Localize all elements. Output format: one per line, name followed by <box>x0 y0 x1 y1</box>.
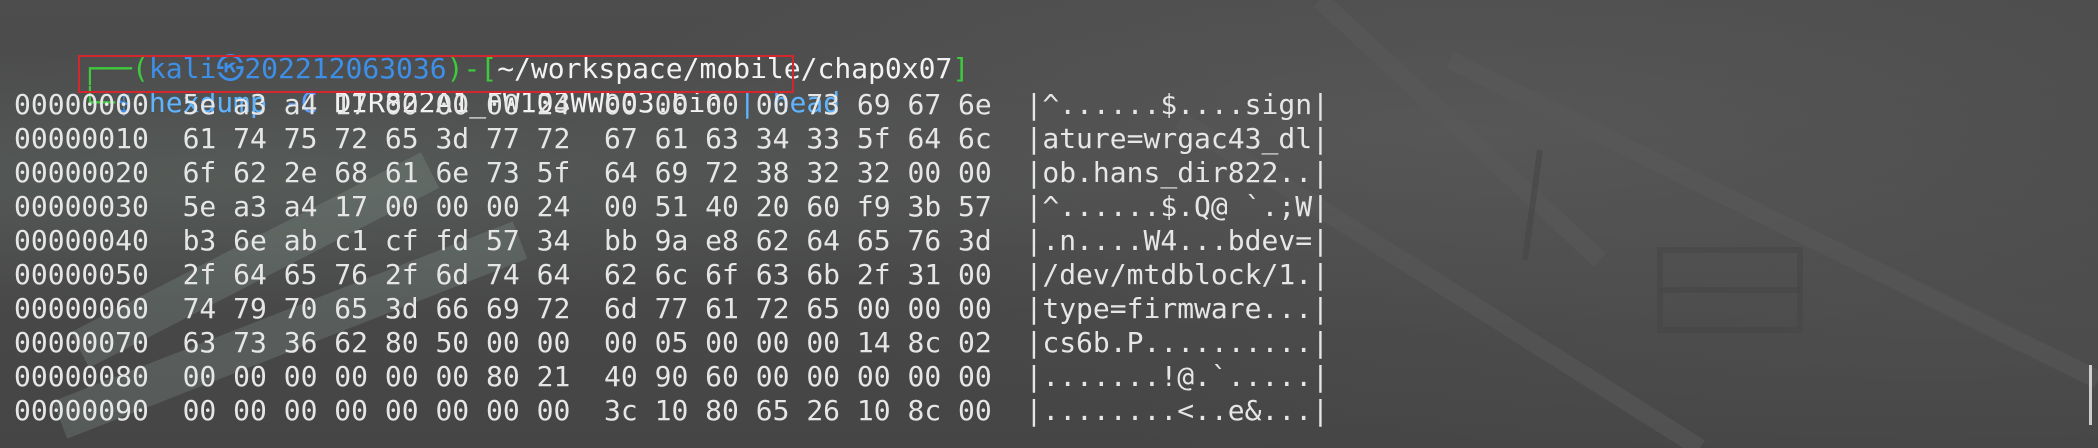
hex-offset: 00000060 <box>14 292 149 325</box>
hexdump-row: 00000020 6f 62 2e 68 61 6e 73 5f 64 69 7… <box>14 156 1329 190</box>
hex-bytes-left: 2f 64 65 76 2f 6d 74 64 <box>182 258 571 291</box>
terminal-window[interactable]: ┌──(kali㉿202212063036)-[~/workspace/mobi… <box>0 0 2098 448</box>
prompt-close-bracket: ] <box>952 51 970 85</box>
hex-offset: 00000080 <box>14 360 149 393</box>
hex-offset: 00000030 <box>14 190 149 223</box>
hex-ascii: |cs6b.P..........| <box>1025 326 1329 359</box>
hex-bytes-left: b3 6e ab c1 cf fd 57 34 <box>182 224 571 257</box>
hex-bytes-right: 64 69 72 38 32 32 00 00 <box>604 156 992 189</box>
hex-bytes-left: 63 73 36 62 80 50 00 00 <box>182 326 571 359</box>
hex-bytes-right: 00 51 40 20 60 f9 3b 57 <box>604 190 992 223</box>
hexdump-row: 00000000 5e a3 a4 17 00 00 00 24 00 00 0… <box>14 88 1329 122</box>
hex-offset: 00000040 <box>14 224 149 257</box>
hex-bytes-right: 6d 77 61 72 65 00 00 00 <box>604 292 992 325</box>
hexdump-row: 00000090 00 00 00 00 00 00 00 00 3c 10 8… <box>14 394 1329 428</box>
scrollbar[interactable] <box>2089 365 2092 425</box>
hexdump-row: 00000050 2f 64 65 76 2f 6d 74 64 62 6c 6… <box>14 258 1329 292</box>
hex-offset: 00000050 <box>14 258 149 291</box>
hex-ascii: |^......$....sign| <box>1025 88 1329 121</box>
hex-ascii: |........<..e&...| <box>1025 394 1329 427</box>
hex-ascii: |ature=wrgac43_dl| <box>1025 122 1329 155</box>
hex-bytes-left: 5e a3 a4 17 00 00 00 24 <box>182 88 571 121</box>
hex-ascii: |^......$.Q@ `.;W| <box>1025 190 1329 223</box>
hex-bytes-right: 67 61 63 34 33 5f 64 6c <box>604 122 992 155</box>
hex-ascii: |ob.hans_dir822..| <box>1025 156 1329 189</box>
hex-bytes-right: 62 6c 6f 63 6b 2f 31 00 <box>604 258 992 291</box>
hexdump-row: 00000070 63 73 36 62 80 50 00 00 00 05 0… <box>14 326 1329 360</box>
hex-bytes-right: 00 05 00 00 00 14 8c 02 <box>604 326 992 359</box>
hex-bytes-right: bb 9a e8 62 64 65 76 3d <box>604 224 992 257</box>
hex-ascii: |/dev/mtdblock/1.| <box>1025 258 1329 291</box>
hex-ascii: |type=firmware...| <box>1025 292 1329 325</box>
hex-offset: 00000070 <box>14 326 149 359</box>
hex-bytes-left: 5e a3 a4 17 00 00 00 24 <box>182 190 571 223</box>
hex-bytes-right: 40 90 60 00 00 00 00 00 <box>604 360 992 393</box>
hex-bytes-left: 61 74 75 72 65 3d 77 72 <box>182 122 571 155</box>
hex-bytes-left: 00 00 00 00 00 00 00 00 <box>182 394 571 427</box>
hex-offset: 00000020 <box>14 156 149 189</box>
hexdump-row: 00000010 61 74 75 72 65 3d 77 72 67 61 6… <box>14 122 1329 156</box>
hex-ascii: |.n....W4...bdev=| <box>1025 224 1329 257</box>
hexdump-row: 00000040 b3 6e ab c1 cf fd 57 34 bb 9a e… <box>14 224 1329 258</box>
hexdump-row: 00000060 74 79 70 65 3d 66 69 72 6d 77 6… <box>14 292 1329 326</box>
hex-offset: 00000010 <box>14 122 149 155</box>
hex-bytes-right: 00 00 00 00 73 69 67 6e <box>604 88 992 121</box>
hexdump-row: 00000030 5e a3 a4 17 00 00 00 24 00 51 4… <box>14 190 1329 224</box>
hex-offset: 00000090 <box>14 394 149 427</box>
hex-bytes-right: 3c 10 80 65 26 10 8c 00 <box>604 394 992 427</box>
hex-bytes-left: 6f 62 2e 68 61 6e 73 5f <box>182 156 571 189</box>
hex-bytes-left: 00 00 00 00 00 00 80 21 <box>182 360 571 393</box>
hexdump-row: 00000080 00 00 00 00 00 00 80 21 40 90 6… <box>14 360 1329 394</box>
hex-bytes-left: 74 79 70 65 3d 66 69 72 <box>182 292 571 325</box>
hex-offset: 00000000 <box>14 88 149 121</box>
hex-ascii: |.......!@.`.....| <box>1025 360 1329 393</box>
